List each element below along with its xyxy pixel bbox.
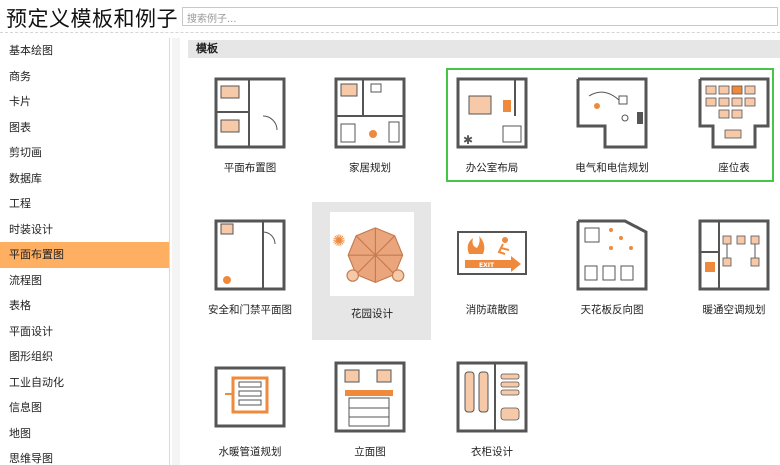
template-label: 电气和电信规划 bbox=[575, 162, 649, 174]
template-label: 平面布置图 bbox=[223, 162, 277, 174]
sidebar-item-graphic-design[interactable]: 平面设计 bbox=[0, 319, 169, 345]
template-label: 座位表 bbox=[718, 162, 750, 174]
sidebar-item-database[interactable]: 数据库 bbox=[0, 166, 169, 192]
page-title: 预定义模板和例子 bbox=[6, 7, 178, 31]
plumbing-plan-icon bbox=[214, 366, 286, 428]
template-label: 天花板反向图 bbox=[580, 304, 644, 316]
sidebar-item-business[interactable]: 商务 bbox=[0, 64, 169, 90]
sidebar-item-card[interactable]: 卡片 bbox=[0, 89, 169, 115]
sidebar-item-map[interactable]: 地图 bbox=[0, 421, 169, 447]
sidebar-item-mind-map[interactable]: 思维导图 bbox=[0, 446, 169, 465]
svg-text:✺: ✺ bbox=[332, 231, 345, 250]
template-plumbing-plan[interactable]: 水暖管道规划 bbox=[190, 360, 310, 459]
template-elevation[interactable]: 立面图 bbox=[310, 360, 430, 459]
template-label: 立面图 bbox=[354, 446, 386, 458]
garden-design-icon: ✺ bbox=[330, 212, 414, 296]
floor-plan-icon bbox=[214, 77, 286, 149]
template-fire-escape[interactable]: EXIT 消防疏散图 bbox=[432, 218, 552, 317]
template-label: 花园设计 bbox=[351, 308, 393, 320]
sidebar-item-flowchart[interactable]: 流程图 bbox=[0, 268, 169, 294]
template-seating-chart[interactable]: 座位表 bbox=[674, 76, 780, 175]
sidebar-item-table[interactable]: 表格 bbox=[0, 293, 169, 319]
search-input[interactable]: 搜索例子... bbox=[182, 7, 778, 26]
template-label: 衣柜设计 bbox=[471, 446, 513, 458]
sidebar-item-fashion-design[interactable]: 时装设计 bbox=[0, 217, 169, 243]
sidebar-item-graphic-organizer[interactable]: 图形组织 bbox=[0, 344, 169, 370]
sidebar-item-chart[interactable]: 图表 bbox=[0, 115, 169, 141]
office-layout-icon: ✱ bbox=[456, 77, 528, 149]
sidebar-item-floor-plan[interactable]: 平面布置图 bbox=[0, 242, 169, 268]
template-electrical-plan[interactable]: 电气和电信规划 bbox=[552, 76, 672, 175]
template-label: 办公室布局 bbox=[465, 162, 519, 174]
category-sidebar: 基本绘图 商务 卡片 图表 剪切画 数据库 工程 时装设计 平面布置图 流程图 … bbox=[0, 38, 170, 465]
template-wardrobe-design[interactable]: 衣柜设计 bbox=[432, 360, 552, 459]
wardrobe-design-icon bbox=[456, 361, 528, 433]
svg-text:✱: ✱ bbox=[463, 133, 473, 147]
hvac-plan-icon bbox=[698, 219, 770, 291]
section-header-templates: 模板 bbox=[188, 40, 780, 58]
elevation-icon bbox=[334, 361, 406, 433]
sidebar-item-engineering[interactable]: 工程 bbox=[0, 191, 169, 217]
template-floor-plan[interactable]: 平面布置图 bbox=[190, 76, 310, 175]
template-reflected-ceiling[interactable]: 天花板反向图 bbox=[552, 218, 672, 317]
electrical-plan-icon bbox=[576, 77, 648, 149]
template-label: 暖通空调规划 bbox=[702, 304, 766, 316]
sidebar-item-infographic[interactable]: 信息图 bbox=[0, 395, 169, 421]
seating-chart-icon bbox=[698, 77, 770, 149]
sidebar-scrollbar[interactable] bbox=[172, 38, 180, 465]
exit-sign-text: EXIT bbox=[479, 262, 495, 269]
template-office-layout[interactable]: ✱ 办公室布局 bbox=[432, 76, 552, 175]
sidebar-item-industrial-automation[interactable]: 工业自动化 bbox=[0, 370, 169, 396]
sidebar-item-clipart[interactable]: 剪切画 bbox=[0, 140, 169, 166]
template-hvac-plan[interactable]: 暖通空调规划 bbox=[674, 218, 780, 317]
fire-escape-icon: EXIT bbox=[457, 231, 527, 275]
template-label: 消防疏散图 bbox=[465, 304, 519, 316]
template-garden-design[interactable]: ✺ 花园设计 bbox=[312, 212, 432, 321]
security-access-icon bbox=[214, 219, 286, 291]
template-label: 水暖管道规划 bbox=[218, 446, 282, 458]
template-label: 安全和门禁平面图 bbox=[208, 304, 292, 316]
sidebar-item-basic-drawing[interactable]: 基本绘图 bbox=[0, 38, 169, 64]
template-home-plan[interactable]: 家居规划 bbox=[310, 76, 430, 175]
header-divider bbox=[0, 32, 780, 33]
template-label: 家居规划 bbox=[349, 162, 391, 174]
template-security-access[interactable]: 安全和门禁平面图 bbox=[190, 218, 310, 317]
home-plan-icon bbox=[334, 77, 406, 149]
reflected-ceiling-icon bbox=[576, 219, 648, 291]
